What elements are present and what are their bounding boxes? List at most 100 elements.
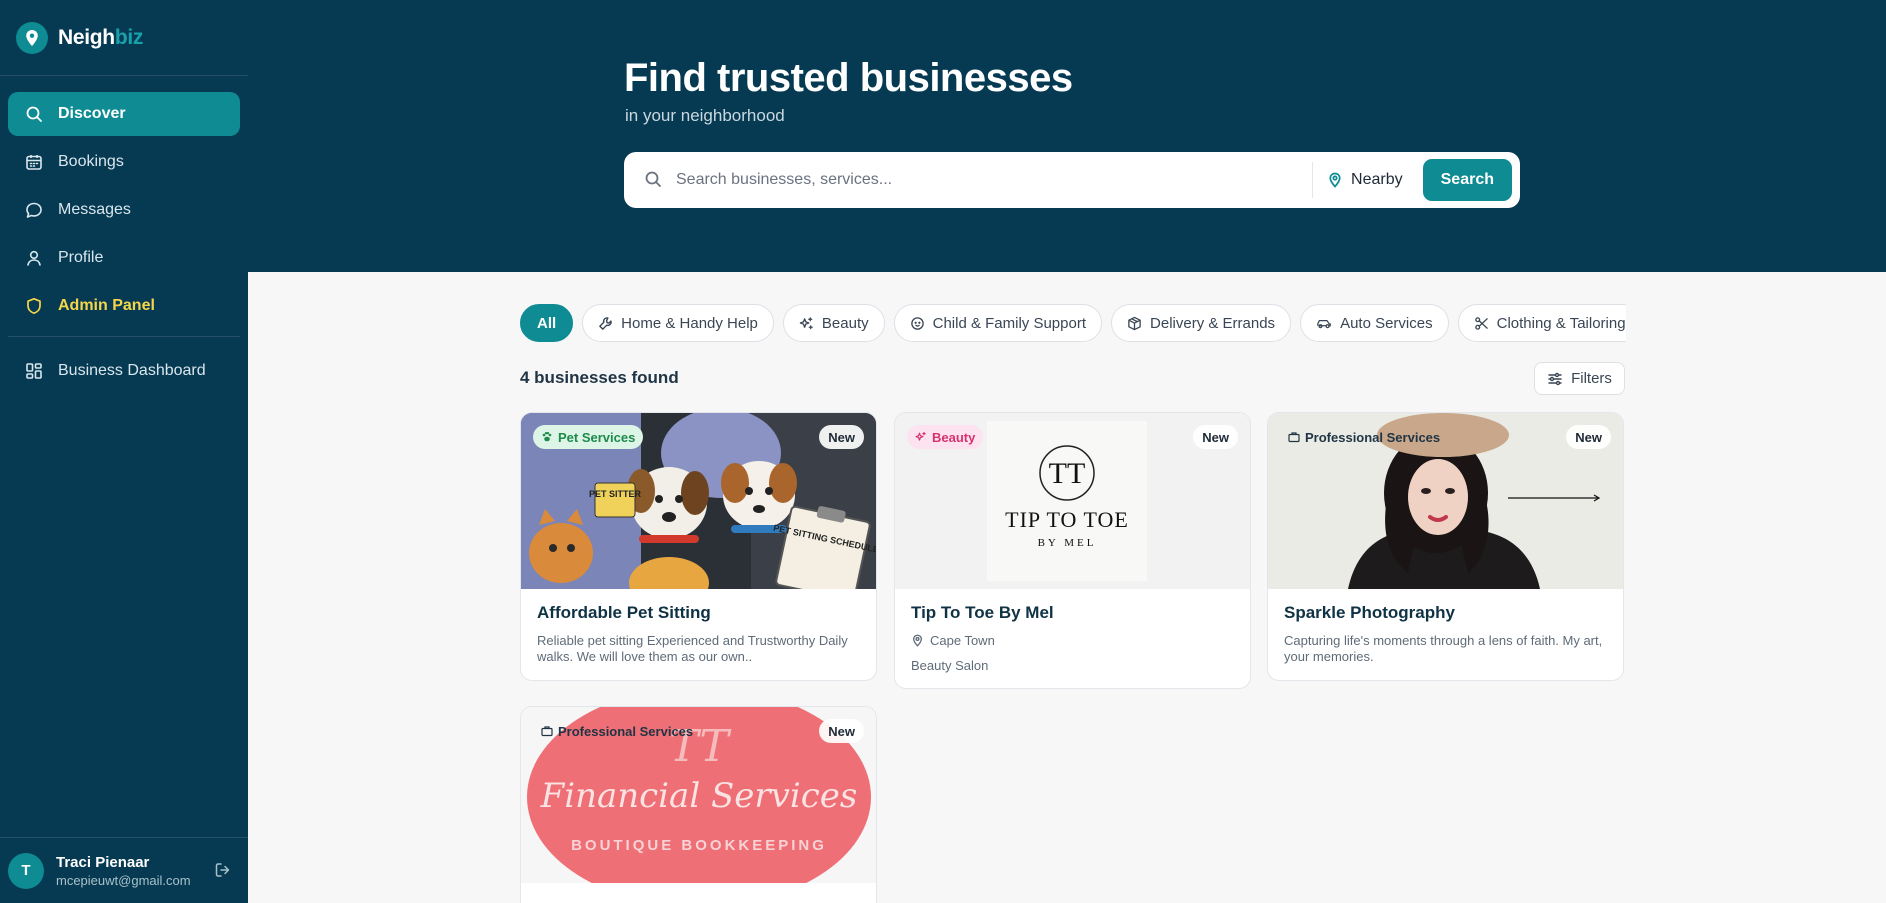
location-label: Nearby (1351, 171, 1403, 188)
sidebar-item-discover[interactable]: Discover (8, 92, 240, 136)
chip-label: Clothing & Tailoring (1496, 314, 1626, 332)
badge-label: Professional Services (1305, 429, 1441, 445)
sidebar-item-business-dashboard[interactable]: Business Dashboard (8, 349, 240, 393)
brand[interactable]: Neighbiz (0, 0, 248, 76)
category-badge: Pet Services (533, 425, 644, 449)
logo-title: TIP TO TOE (1005, 507, 1129, 532)
chip-label: All (537, 314, 557, 332)
filters-label: Filters (1571, 370, 1612, 387)
business-image: PET SITTER PET SITTING SCHEDULE Pet Serv… (521, 413, 876, 589)
baby-icon (910, 316, 924, 330)
business-location: Cape Town (911, 633, 1234, 648)
paw-icon (542, 432, 552, 442)
card-body: Tip To Toe By Mel Cape Town Beauty Salon (895, 589, 1250, 687)
location-selector[interactable]: Nearby (1313, 171, 1423, 189)
new-badge: New (1193, 425, 1238, 449)
business-image: TT TIP TO TOE BY MEL Beauty New (895, 413, 1250, 589)
logo-subtitle: BOUTIQUE BOOKKEEPING (571, 837, 827, 854)
sidebar-item-bookings[interactable]: Bookings (8, 140, 240, 184)
package-icon (1128, 316, 1141, 330)
new-badge: New (819, 425, 864, 449)
logo-script: Financial Services (540, 776, 858, 816)
user-info: Traci Pienaar mcepieuwt@gmail.com (56, 854, 214, 888)
category-chip-beauty[interactable]: Beauty (782, 304, 885, 342)
logout-icon[interactable] (214, 861, 234, 881)
business-description: Capturing life's moments through a lens … (1284, 633, 1603, 664)
sidebar-item-messages[interactable]: Messages (8, 188, 240, 232)
chat-bubble-icon (24, 200, 44, 220)
business-card-sparkle-photography[interactable]: Professional Services New Sparkle Photog… (1267, 412, 1624, 681)
chip-label: Home & Handy Help (621, 314, 758, 332)
map-pin-icon (913, 634, 922, 647)
wrench-icon (599, 316, 612, 330)
sidebar-item-admin-panel[interactable]: Admin Panel (8, 284, 240, 328)
image-caption: PET SITTER (589, 489, 642, 499)
category-chip-home-handy-help[interactable]: Home & Handy Help (582, 304, 774, 342)
results-count: 4 businesses found (520, 368, 679, 387)
hero-section: Find trusted businesses in your neighbor… (248, 0, 1886, 272)
shield-icon (24, 296, 44, 316)
business-card-affordable-pet-sitting[interactable]: PET SITTER PET SITTING SCHEDULE Pet Serv… (520, 412, 877, 681)
sliders-icon (1548, 372, 1562, 385)
chip-label: Beauty (821, 314, 869, 332)
sidebar-item-label: Admin Panel (58, 297, 155, 314)
nav-divider (8, 336, 240, 337)
business-name: Affordable Pet Sitting (537, 603, 711, 622)
calendar-icon (24, 152, 44, 172)
category-chip-auto-services[interactable]: Auto Services (1300, 304, 1449, 342)
user-icon (24, 248, 44, 268)
business-name: Tip To Toe By Mel (911, 603, 1054, 622)
chip-label: Delivery & Errands (1150, 314, 1276, 332)
business-card-financial-services[interactable]: TT Financial Services BOUTIQUE BOOKKEEPI… (520, 706, 877, 903)
sidebar: Neighbiz Discover Bookings Messages Prof… (0, 0, 248, 903)
page-title: Find trusted businesses (624, 56, 1073, 100)
chip-label: Auto Services (1340, 314, 1433, 332)
page-subtitle: in your neighborhood (625, 106, 785, 125)
grid-icon (24, 361, 44, 381)
badge-label: Beauty (932, 429, 976, 445)
category-badge: Professional Services (1280, 425, 1448, 449)
search-input[interactable] (676, 171, 1313, 189)
briefcase-icon (1288, 432, 1300, 443)
user-email: mcepieuwt@gmail.com (56, 872, 191, 888)
chip-label: Child & Family Support (932, 314, 1087, 332)
category-chip-clothing-tailoring[interactable]: Clothing & Tailoring (1457, 304, 1626, 342)
sidebar-item-label: Profile (58, 249, 104, 266)
category-filter-bar: All Home & Handy Help Beauty Child & Fam… (520, 304, 1626, 342)
business-type: Beauty Salon (911, 658, 989, 673)
sparkles-icon (799, 316, 813, 329)
business-name: Sparkle Photography (1284, 603, 1455, 622)
avatar[interactable]: T (8, 852, 44, 889)
new-badge: New (1566, 425, 1611, 449)
sidebar-item-label: Discover (58, 105, 126, 122)
car-icon (1317, 319, 1331, 328)
business-card-tip-to-toe-by-mel[interactable]: TT TIP TO TOE BY MEL Beauty New Tip To T… (894, 412, 1251, 689)
business-image: Professional Services New (1268, 413, 1623, 589)
sidebar-item-label: Business Dashboard (58, 362, 206, 379)
category-chip-all[interactable]: All (520, 304, 574, 342)
filters-button[interactable]: Filters (1534, 362, 1625, 395)
map-pin-logo-icon (16, 21, 48, 54)
business-description: Reliable pet sitting Experienced and Tru… (537, 633, 848, 664)
sidebar-item-profile[interactable]: Profile (8, 236, 240, 280)
card-body: Affordable Pet Sitting Reliable pet sitt… (521, 589, 876, 679)
search-bar: Nearby Search (624, 152, 1520, 208)
category-badge: Beauty (907, 425, 984, 449)
category-chip-delivery-errands[interactable]: Delivery & Errands (1111, 304, 1292, 342)
business-image: TT Financial Services BOUTIQUE BOOKKEEPI… (521, 707, 876, 883)
search-icon (644, 170, 664, 190)
briefcase-icon (541, 726, 553, 737)
sidebar-item-label: Messages (58, 201, 131, 218)
scissors-icon (1474, 316, 1488, 330)
map-pin-icon (1329, 172, 1341, 188)
search-icon (24, 104, 44, 124)
logo-subtitle: BY MEL (1038, 537, 1097, 549)
user-account: T Traci Pienaar mcepieuwt@gmail.com (0, 837, 248, 903)
category-chip-child-family-support[interactable]: Child & Family Support (893, 304, 1103, 342)
category-badge: Professional Services (533, 719, 701, 743)
search-button[interactable]: Search (1422, 159, 1512, 201)
sidebar-nav: Discover Bookings Messages Profile Admin… (0, 76, 248, 393)
logo-monogram: TT (1049, 457, 1086, 490)
sidebar-item-label: Bookings (58, 153, 124, 170)
sparkles-icon (915, 431, 926, 441)
